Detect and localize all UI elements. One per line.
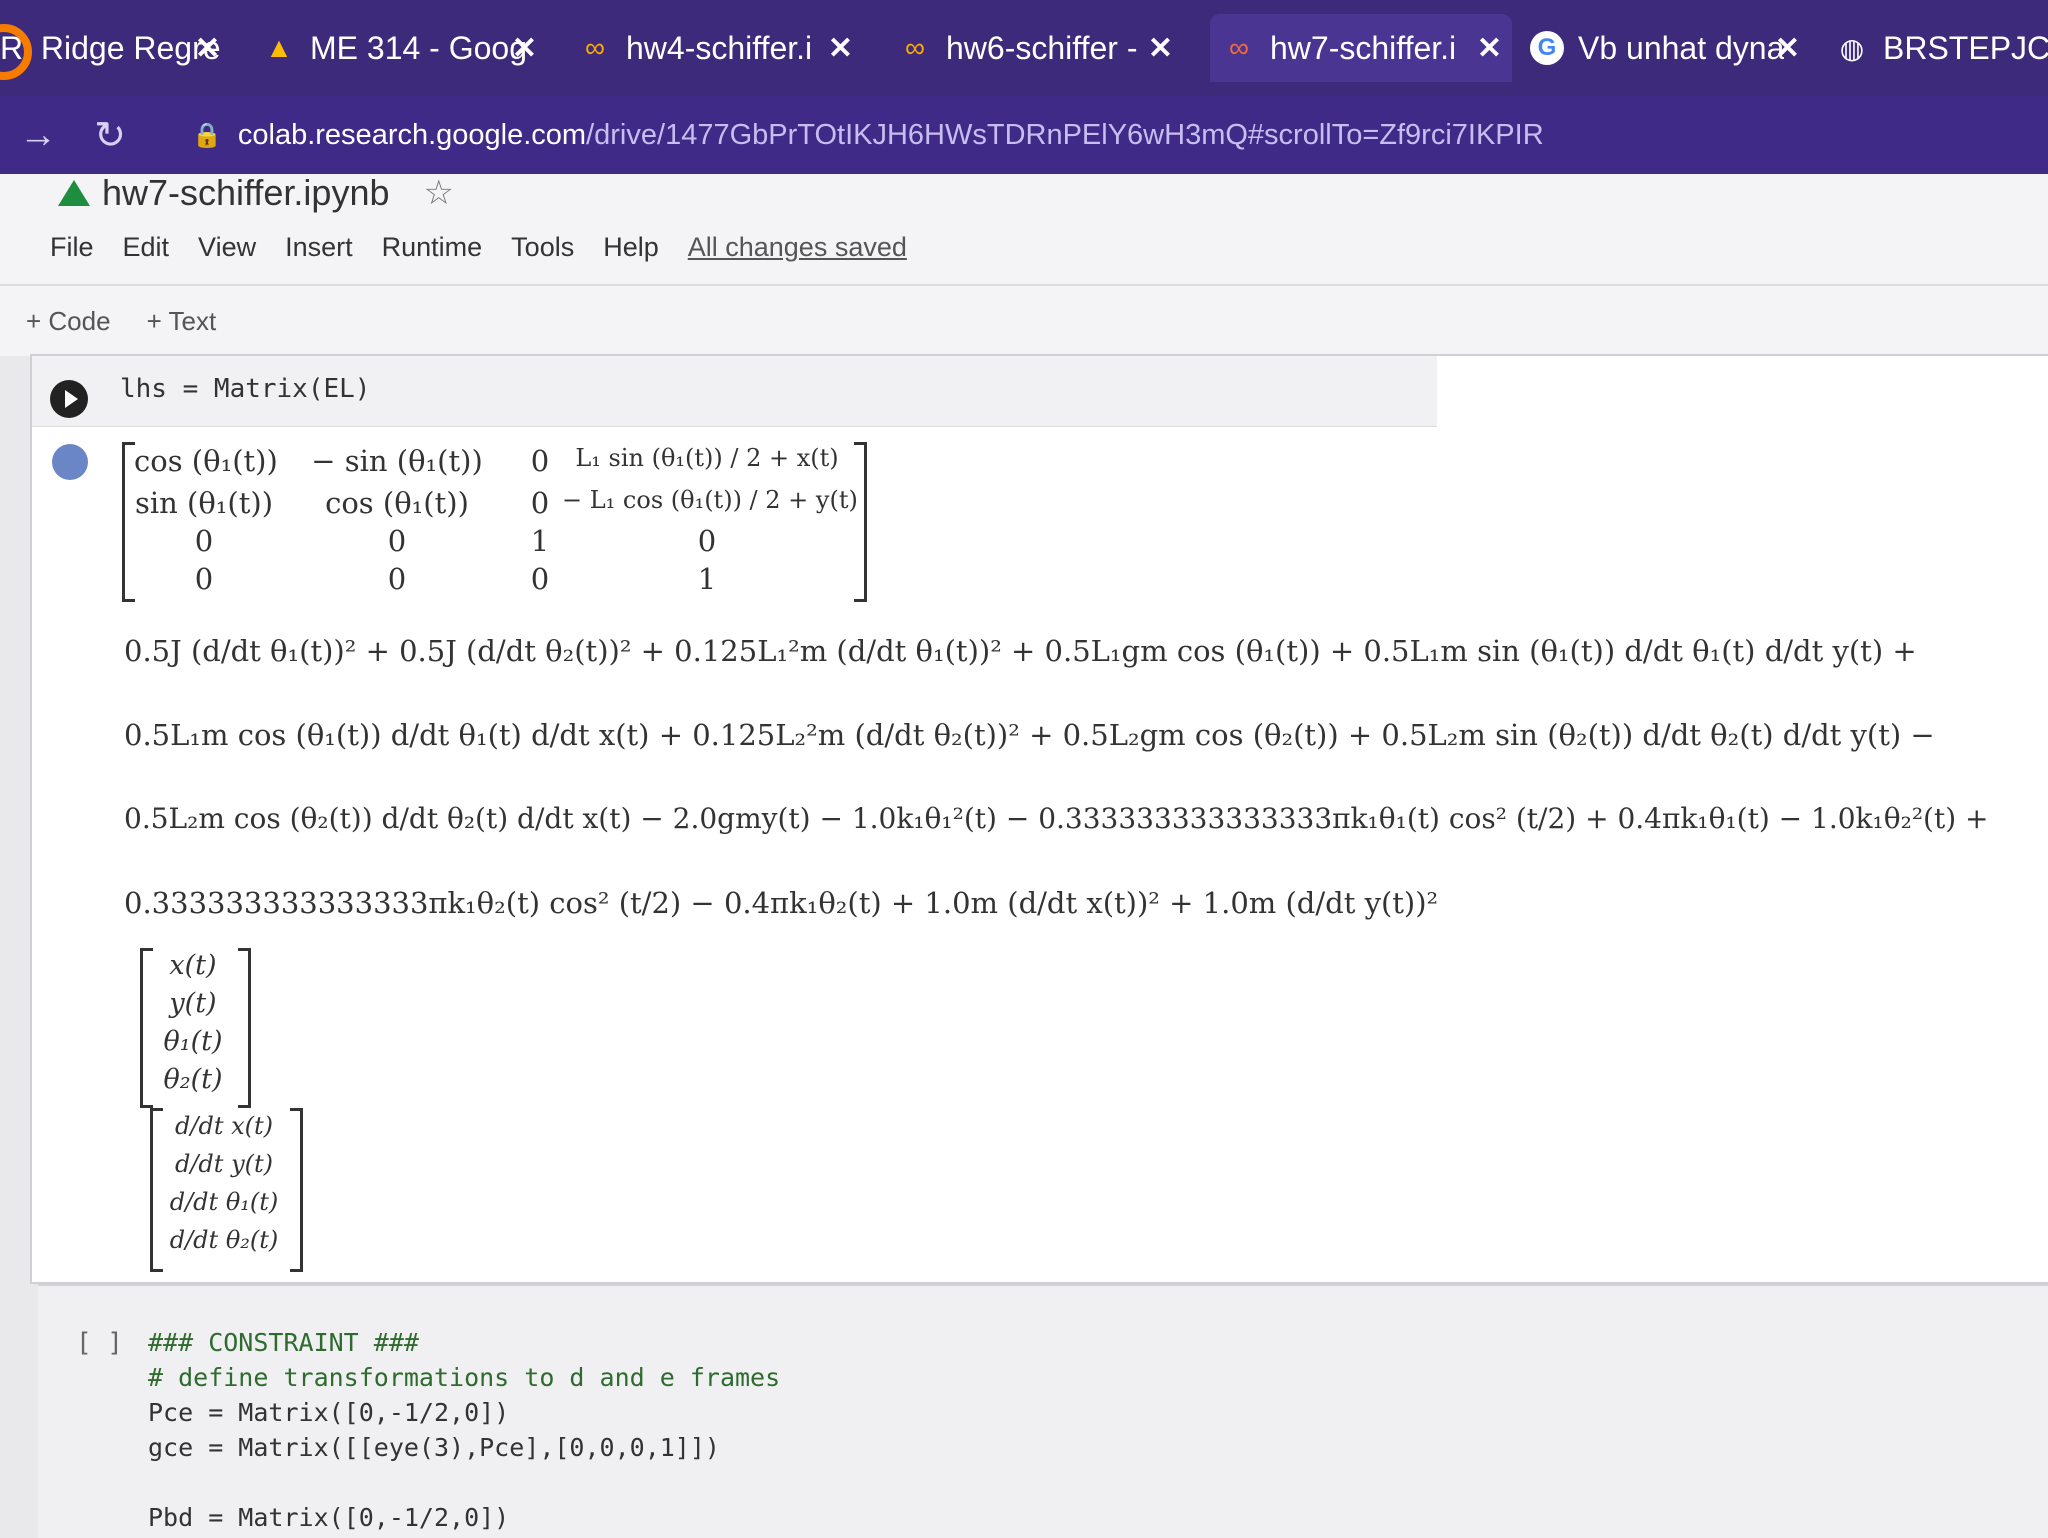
menu-edit[interactable]: Edit	[123, 232, 170, 263]
code-line: gce = Matrix([[eye(3),Pce],[0,0,0,1]])	[148, 1433, 720, 1462]
menu-help[interactable]: Help	[603, 232, 659, 263]
q-vector-entry: x(t)	[169, 950, 217, 981]
qdot-vector-entry: d/dt θ₁(t)	[169, 1188, 279, 1216]
tab-hw7[interactable]: ∞ hw7-schiffer.i ✕	[1210, 14, 1512, 82]
lagrangian-line-2: 0.5L₁m cos (θ₁(t)) d/dt θ₁(t) d/dt x(t) …	[124, 718, 1935, 752]
execution-count[interactable]: [ ]	[76, 1328, 123, 1358]
tab-title: hw7-schiffer.i	[1270, 29, 1457, 66]
matrix-cell: 1	[530, 524, 550, 558]
transform-matrix: cos (θ₁(t)) − sin (θ₁(t)) 0 L₁ sin (θ₁(t…	[122, 440, 902, 602]
menu-insert[interactable]: Insert	[285, 232, 353, 263]
star-icon[interactable]: ☆	[424, 173, 454, 213]
close-icon[interactable]: ✕	[1148, 31, 1173, 66]
forward-icon[interactable]: →	[16, 114, 60, 157]
url-host: colab.research.google.com	[237, 118, 587, 151]
play-icon	[64, 390, 78, 408]
tab-title: hw4-schiffer.i	[626, 29, 813, 66]
matrix-cell: 0	[194, 524, 214, 558]
code-editor[interactable]: lhs = Matrix(EL)	[32, 356, 1437, 427]
matrix-cell: 0	[530, 562, 550, 596]
menu-bar: File Edit View Insert Runtime Tools Help…	[50, 232, 936, 263]
close-icon[interactable]: ✕	[1775, 31, 1800, 66]
tab-title: R: Ridge Regre	[0, 29, 221, 66]
matrix-cell: − sin (θ₁(t))	[311, 444, 483, 478]
add-code-button[interactable]: + Code	[26, 306, 111, 337]
google-icon: G	[1530, 31, 1564, 65]
tab-hw6[interactable]: ∞ hw6-schiffer - ✕	[898, 14, 1183, 82]
colab-icon: ∞	[905, 32, 925, 63]
code-cell-constraint[interactable]: [ ] ### CONSTRAINT ### # define transfor…	[38, 1284, 2048, 1538]
url-field[interactable]: 🔒 colab.research.google.com/drive/1477Gb…	[192, 119, 1544, 152]
close-icon[interactable]: ✕	[828, 31, 853, 66]
url-path: /drive/1477GbPrTOtIKJH6HWsTDRnPElY6wH3mQ…	[586, 118, 1544, 151]
code-text: lhs = Matrix(EL)	[120, 374, 371, 404]
lagrangian-line-4: 0.333333333333333πk₁θ₂(t) cos² (t/2) − 0…	[124, 886, 1439, 920]
matrix-cell: sin (θ₁(t))	[134, 486, 274, 520]
menu-view[interactable]: View	[198, 232, 256, 263]
menu-file[interactable]: File	[50, 232, 94, 263]
notebook-title[interactable]: hw7-schiffer.ipynb	[102, 172, 390, 214]
notebook-toolbar: + Code + Text	[0, 284, 2048, 356]
menu-runtime[interactable]: Runtime	[382, 232, 483, 263]
close-icon[interactable]: ✕	[1477, 31, 1502, 66]
close-icon[interactable]: ✕	[195, 31, 220, 66]
colab-icon: ∞	[1229, 32, 1249, 63]
globe-icon: ◍	[1839, 32, 1865, 64]
colab-icon: ∞	[585, 32, 605, 63]
output-icon[interactable]	[52, 444, 88, 480]
matrix-cell: cos (θ₁(t))	[134, 444, 278, 478]
matrix-cell: L₁ sin (θ₁(t)) / 2 + x(t)	[575, 444, 839, 472]
lagrangian-line-3: 0.5L₂m cos (θ₂(t)) d/dt θ₂(t) d/dt x(t) …	[124, 802, 1989, 835]
reload-icon[interactable]: ↻	[88, 113, 132, 158]
matrix-cell: 0	[387, 524, 407, 558]
drive-icon: ▲	[265, 32, 293, 63]
add-text-button[interactable]: + Text	[147, 306, 217, 337]
run-cell-button[interactable]	[50, 380, 88, 418]
lock-icon: 🔒	[192, 121, 222, 149]
qdot-vector-entry: d/dt x(t)	[175, 1112, 273, 1140]
lagrangian-line-1: 0.5J (d/dt θ₁(t))² + 0.5J (d/dt θ₂(t))² …	[124, 634, 1917, 668]
matrix-cell: 0	[530, 444, 550, 478]
qdot-vector-entry: d/dt θ₂(t)	[169, 1226, 279, 1254]
tab-title: Vb unhat dyna	[1578, 29, 1785, 66]
code-line: # define transformations to d and e fram…	[148, 1363, 781, 1392]
menu-tools[interactable]: Tools	[511, 232, 574, 263]
code-cell[interactable]: lhs = Matrix(EL) cos (θ₁(t)) − sin (θ₁(t…	[30, 354, 2048, 1284]
tab-brstepjc[interactable]: ◍ BRSTEPJC.pdf	[1835, 14, 2048, 82]
drive-icon	[58, 180, 90, 206]
qdot-vector-entry: d/dt y(t)	[174, 1150, 273, 1178]
matrix-cell: − L₁ cos (θ₁(t)) / 2 + y(t)	[562, 486, 858, 514]
q-vector-entry: y(t)	[169, 988, 217, 1019]
matrix-cell: 0	[387, 562, 407, 596]
browser-tab-bar: R: Ridge Regre ✕ ▲ ME 314 - Goog ✕ ∞ hw4…	[0, 0, 2048, 96]
code-line: Pbd = Matrix([0,-1/2,0])	[148, 1503, 510, 1532]
tab-ridge-regression[interactable]: R: Ridge Regre ✕	[0, 14, 230, 82]
matrix-cell: 0	[697, 524, 717, 558]
q-vector: x(t) y(t) θ₁(t) θ₂(t)	[140, 948, 260, 1108]
address-bar: → ↻ 🔒 colab.research.google.com/drive/14…	[0, 96, 2048, 174]
tab-title: BRSTEPJC.pdf	[1883, 29, 2048, 66]
code-line: ### CONSTRAINT ###	[148, 1328, 419, 1357]
matrix-cell: cos (θ₁(t))	[325, 486, 469, 520]
close-icon[interactable]: ✕	[512, 31, 537, 66]
tab-title: hw6-schiffer -	[946, 29, 1138, 66]
tab-hw4[interactable]: ∞ hw4-schiffer.i ✕	[578, 14, 863, 82]
save-status[interactable]: All changes saved	[688, 232, 907, 263]
tab-vb-unhat[interactable]: G Vb unhat dyna ✕	[1530, 14, 1810, 82]
tab-title: ME 314 - Goog	[310, 29, 527, 66]
q-vector-entry: θ₂(t)	[163, 1064, 223, 1095]
qdot-vector: d/dt x(t) d/dt y(t) d/dt θ₁(t) d/dt θ₂(t…	[150, 1108, 310, 1272]
matrix-cell: 0	[530, 486, 550, 520]
matrix-cell: 1	[697, 562, 717, 596]
notebook-title-area: hw7-schiffer.ipynb ☆	[58, 172, 454, 214]
tab-me314[interactable]: ▲ ME 314 - Goog ✕	[262, 14, 547, 82]
q-vector-entry: θ₁(t)	[163, 1026, 223, 1057]
code-line: Pce = Matrix([0,-1/2,0])	[148, 1398, 510, 1427]
matrix-cell: 0	[194, 562, 214, 596]
